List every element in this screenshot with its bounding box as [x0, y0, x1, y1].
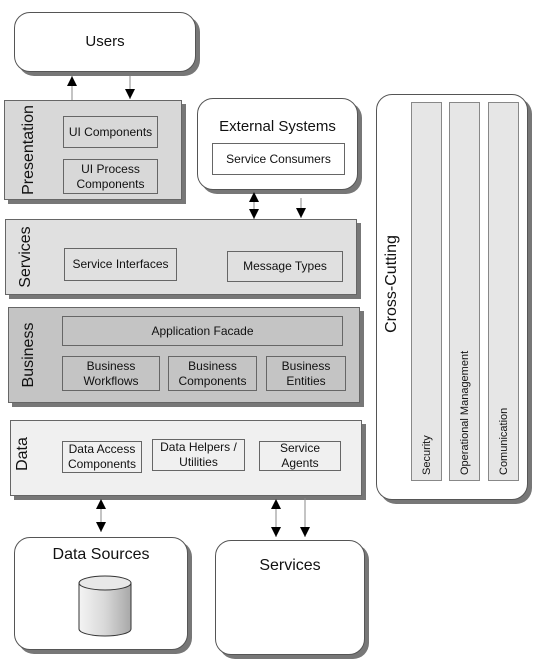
users-title: Users [85, 33, 125, 50]
service-interfaces: Service Interfaces [64, 248, 177, 281]
business-entities: Business Entities [266, 356, 346, 391]
business-label: Business [20, 322, 37, 388]
cross-cutting-label: Cross-Cutting [383, 235, 400, 333]
cross-cutting-box: Cross-Cutting Security Operational Manag… [376, 94, 528, 500]
data-access-components: Data Access Components [62, 441, 142, 473]
presentation-layer: Presentation UI Components UI Process Co… [4, 100, 182, 200]
database-cylinder-icon [78, 575, 132, 637]
service-agents: Service Agents [259, 441, 341, 471]
external-systems-box: External Systems Service Consumers [197, 98, 358, 190]
application-facade: Application Facade [62, 316, 343, 346]
services-label: Services [17, 226, 34, 288]
external-services-title: Services [259, 557, 321, 574]
data-sources-box: Data Sources [14, 537, 188, 650]
security-column: Security [411, 102, 442, 481]
data-sources-title: Data Sources [52, 546, 150, 563]
ui-components: UI Components [63, 116, 158, 148]
business-components: Business Components [168, 356, 257, 391]
ui-process-components: UI Process Components [63, 159, 158, 194]
presentation-label: Presentation [20, 105, 37, 195]
external-systems-title: External Systems [219, 118, 336, 135]
communication-column: Comunication [488, 102, 519, 481]
security-label: Security [421, 435, 433, 475]
data-label: Data [14, 437, 31, 471]
users-box: Users [14, 12, 196, 72]
business-layer: Business Application Facade Business Wor… [8, 307, 360, 403]
external-services-box: Services [215, 540, 365, 655]
service-consumers: Service Consumers [212, 143, 345, 175]
data-helpers-utilities: Data Helpers / Utilities [152, 439, 245, 471]
business-workflows: Business Workflows [62, 356, 160, 391]
message-types: Message Types [227, 251, 343, 282]
data-layer: Data Data Access Components Data Helpers… [10, 420, 362, 496]
services-layer: Services Service Interfaces Message Type… [5, 219, 357, 295]
operational-management-label: Operational Management [459, 350, 471, 475]
communication-label: Comunication [498, 407, 510, 475]
operational-management-column: Operational Management [449, 102, 480, 481]
